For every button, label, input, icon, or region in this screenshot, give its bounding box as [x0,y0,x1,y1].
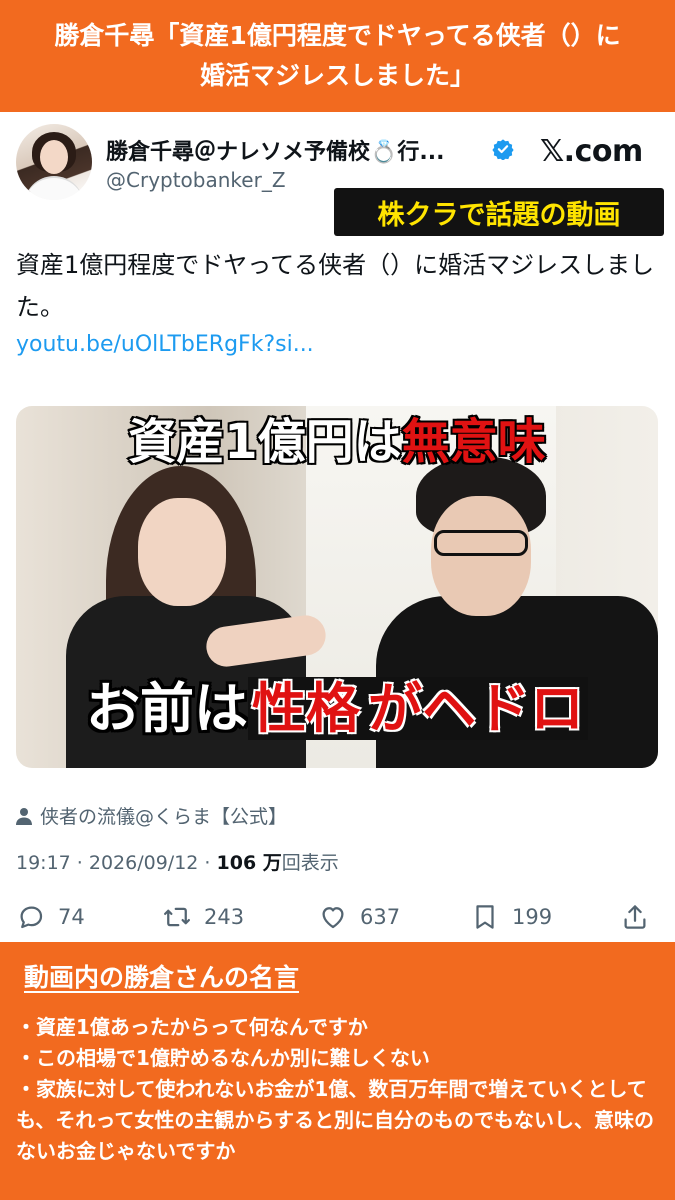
bookmark-count: 199 [512,905,553,929]
video-top-caption: 資産1億円は無意味 [16,412,658,472]
video-source[interactable]: 侠者の流儀@くらま【公式】 [16,802,287,829]
quote-item: ・家族に対して使われないお金が1億、数百万年間で増えていくとしても、それって女性… [16,1077,654,1163]
quotes-title: 動画内の勝倉さんの名言 [24,963,300,992]
bookmark-icon [476,905,494,929]
reply-icon [20,906,43,929]
video-thumbnail[interactable]: 資産1億円は無意味 お前は性格 がヘドロ [16,406,658,768]
tweet-link[interactable]: youtu.be/uOlLTbERgFk?si... [16,332,314,357]
share-icon [624,905,646,929]
views-count: 106 万 [216,852,282,874]
retweet-button[interactable]: 243 [162,902,244,932]
quote-item: ・この相場で1億貯めるなんか別に難しくない [16,1046,430,1070]
tweet-card[interactable]: 勝倉千尋＠ナレソメ予備校💍行... @Cryptobanker_Z 𝕏.com … [0,112,675,942]
like-icon [322,907,344,929]
trending-badge: 株クラで話題の動画 [334,188,664,236]
person-icon [16,807,32,825]
quote-item: ・資産1億あったからって何なんですか [16,1015,368,1039]
tweet-meta: 19:17 · 2026/09/12 · 106 万回表示 [16,848,339,875]
bookmark-button[interactable]: 199 [470,902,552,932]
display-name[interactable]: 勝倉千尋＠ナレソメ予備校💍行... [106,134,444,166]
like-count: 637 [360,905,401,929]
verified-badge-icon [492,139,514,160]
banner-line-2: 婚活マジレスしました」 [199,61,475,90]
views-label: 回表示 [281,852,339,874]
tweet-time: 19:17 · 2026/09/12 · [16,852,217,874]
video-bottom-caption: お前は性格 がヘドロ [16,674,658,744]
bottom-caption-red-2: がヘドロ [364,677,588,740]
reply-button[interactable]: 74 [16,902,85,932]
top-caption-white: 資産1億円は [127,413,403,472]
top-caption-red: 無意味 [400,413,547,472]
quotes-panel: 動画内の勝倉さんの名言 ・資産1億あったからって何なんですか ・この相場で1億貯… [0,942,675,1200]
reply-count: 74 [58,905,85,929]
handle[interactable]: @Cryptobanker_Z [106,168,286,192]
retweet-icon [164,907,190,927]
banner-line-1: 勝倉千尋「資産1億円程度でドヤってる侠者（）に [54,21,621,50]
tweet-text: 資産1億円程度でドヤってる侠者（）に婚活マジレスしました。 [16,251,655,321]
bottom-caption-red: 性格 [248,677,364,740]
retweet-count: 243 [204,905,245,929]
share-button[interactable] [620,902,650,932]
avatar[interactable] [16,124,92,200]
video-source-label: 侠者の流儀@くらま【公式】 [40,806,288,828]
bottom-caption-white: お前は [86,677,248,740]
like-button[interactable]: 637 [318,902,400,932]
x-logo: 𝕏.com [540,134,643,169]
top-banner: 勝倉千尋「資産1億円程度でドヤってる侠者（）に 婚活マジレスしました」 [0,0,675,112]
quotes-list: ・資産1億あったからって何なんですか ・この相場で1億貯めるなんか別に難しくない… [16,1012,664,1167]
